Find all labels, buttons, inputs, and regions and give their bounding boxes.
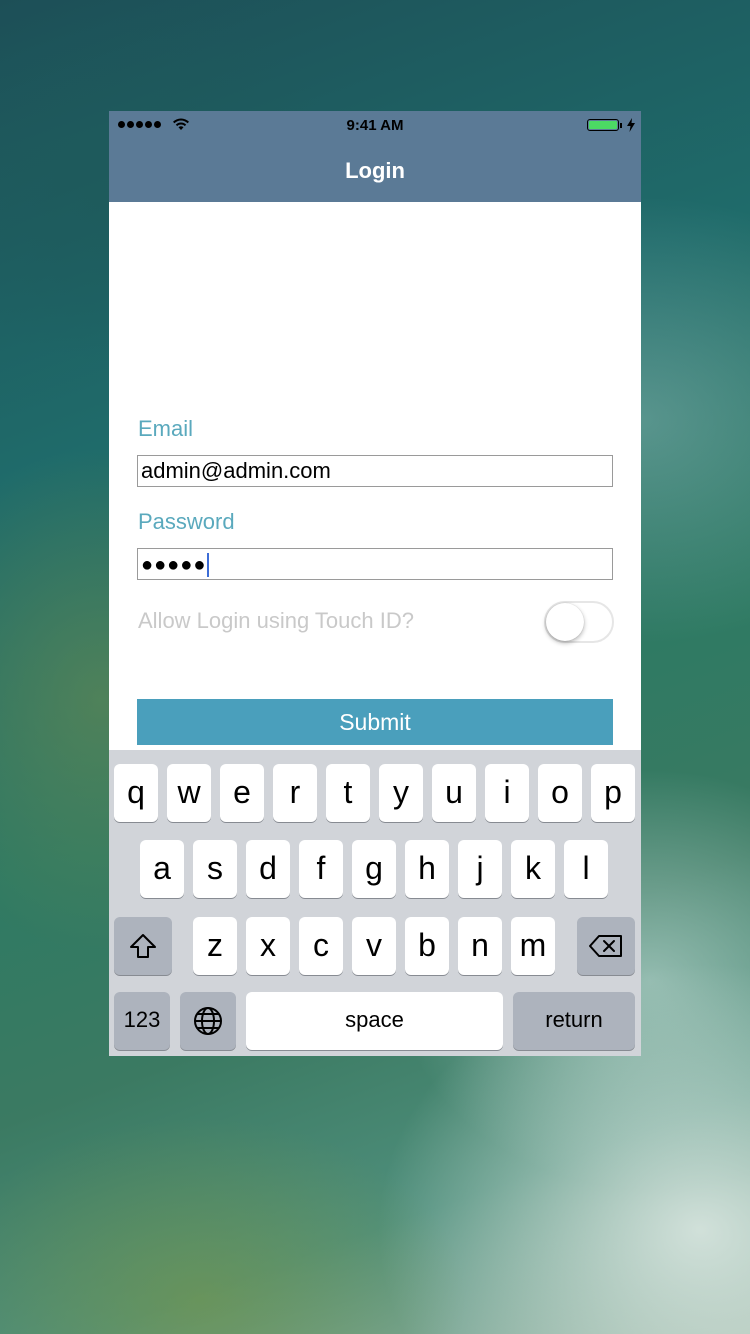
key-b[interactable]: b <box>405 917 449 975</box>
key-j[interactable]: j <box>458 840 502 898</box>
key-k[interactable]: k <box>511 840 555 898</box>
key-o[interactable]: o <box>538 764 582 822</box>
return-key[interactable]: return <box>513 992 635 1050</box>
key-x[interactable]: x <box>246 917 290 975</box>
key-c[interactable]: c <box>299 917 343 975</box>
numbers-key[interactable]: 123 <box>114 992 170 1050</box>
key-h[interactable]: h <box>405 840 449 898</box>
key-p[interactable]: p <box>591 764 635 822</box>
key-r[interactable]: r <box>273 764 317 822</box>
space-key[interactable]: space <box>246 992 503 1050</box>
key-i[interactable]: i <box>485 764 529 822</box>
email-field[interactable]: admin@admin.com <box>137 455 613 487</box>
status-time: 9:41 AM <box>346 117 404 134</box>
key-y[interactable]: y <box>379 764 423 822</box>
key-t[interactable]: t <box>326 764 370 822</box>
battery-icon <box>587 119 622 131</box>
key-f[interactable]: f <box>299 840 343 898</box>
shift-key[interactable] <box>114 917 172 975</box>
wallpaper: { "status_bar": { "time": "9:41 AM" }, "… <box>0 0 750 1334</box>
password-label: Password <box>138 509 235 534</box>
key-l[interactable]: l <box>564 840 608 898</box>
globe-icon <box>194 1007 222 1035</box>
key-m[interactable]: m <box>511 917 555 975</box>
key-g[interactable]: g <box>352 840 396 898</box>
toggle-knob <box>546 603 584 641</box>
status-bar: 9:41 AM <box>109 111 641 139</box>
password-field[interactable]: ●●●●● <box>137 548 613 580</box>
key-n[interactable]: n <box>458 917 502 975</box>
key-a[interactable]: a <box>140 840 184 898</box>
key-v[interactable]: v <box>352 917 396 975</box>
globe-key[interactable] <box>180 992 236 1050</box>
key-z[interactable]: z <box>193 917 237 975</box>
delete-key[interactable] <box>577 917 635 975</box>
app-window: 9:41 AM Login Email admin@admin.com Pass… <box>109 111 641 1056</box>
text-caret <box>207 553 210 578</box>
key-s[interactable]: s <box>193 840 237 898</box>
delete-icon <box>589 935 622 957</box>
keyboard: q w e r t y u i o p a s d f g h j k l z … <box>109 750 641 1056</box>
touch-id-toggle[interactable] <box>544 601 614 643</box>
password-mask: ●●●●● <box>141 554 207 576</box>
shift-icon <box>130 934 156 958</box>
key-e[interactable]: e <box>220 764 264 822</box>
key-w[interactable]: w <box>167 764 211 822</box>
submit-button[interactable]: Submit <box>137 699 613 745</box>
charging-icon <box>627 118 635 132</box>
key-d[interactable]: d <box>246 840 290 898</box>
key-q[interactable]: q <box>114 764 158 822</box>
touch-id-label: Allow Login using Touch ID? <box>138 608 414 633</box>
email-label: Email <box>138 416 194 441</box>
nav-title: Login <box>109 139 641 202</box>
key-u[interactable]: u <box>432 764 476 822</box>
